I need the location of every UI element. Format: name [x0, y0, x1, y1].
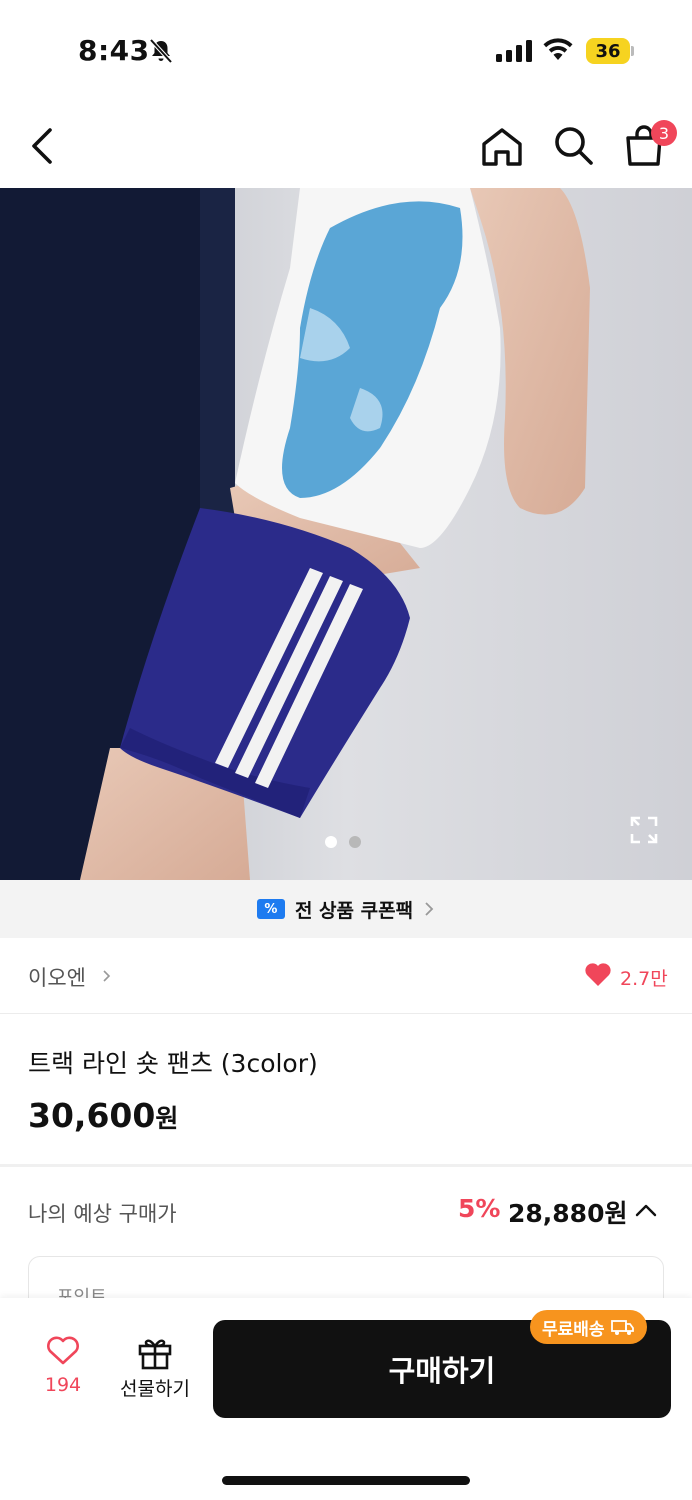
free-shipping-badge: 무료배송 — [530, 1310, 647, 1344]
product-title: 트랙 라인 숏 팬츠 (3color) — [28, 1049, 318, 1078]
status-bar: 8:43 36 — [0, 0, 692, 100]
brand-like-count: 2.7만 — [620, 968, 668, 990]
search-icon[interactable] — [552, 124, 594, 166]
product-photo — [0, 188, 692, 880]
home-indicator — [222, 1476, 470, 1485]
carousel-pagination — [325, 836, 361, 848]
estimated-price: 28,880원 — [508, 1199, 628, 1228]
wifi-icon — [543, 38, 573, 60]
section-divider — [0, 1164, 692, 1167]
carousel-dot-active[interactable] — [325, 836, 337, 848]
cart-count-badge: 3 — [651, 120, 677, 146]
expand-icon[interactable] — [628, 814, 660, 846]
brand-name-link[interactable]: 이오엔 — [28, 962, 86, 992]
gift-icon — [138, 1339, 172, 1370]
gift-button[interactable]: 선물하기 — [112, 1336, 198, 1401]
wishlist-button[interactable]: 194 — [26, 1336, 100, 1396]
brand-row: 이오엔 2.7만 — [0, 938, 692, 1014]
coupon-pack-banner[interactable]: % 전 상품 쿠폰팩 — [0, 880, 692, 938]
top-nav-bar — [0, 100, 692, 188]
back-arrow-icon[interactable] — [26, 124, 58, 168]
price-amount: 30,600 — [28, 1096, 156, 1135]
heart-outline-icon — [47, 1336, 79, 1365]
price-currency: 원 — [155, 1104, 179, 1133]
product-image-carousel[interactable] — [0, 188, 692, 880]
carousel-dot[interactable] — [349, 836, 361, 848]
coupon-label: 전 상품 쿠폰팩 — [294, 899, 414, 922]
gift-label: 선물하기 — [120, 1378, 190, 1400]
chevron-right-icon — [103, 970, 111, 982]
estimated-price-label: 나의 예상 구매가 — [28, 1202, 177, 1226]
heart-filled-icon[interactable] — [584, 962, 612, 988]
estimated-discount: 5% — [458, 1194, 501, 1223]
bell-muted-icon — [149, 38, 173, 64]
home-icon[interactable] — [480, 126, 524, 168]
coupon-icon: % — [256, 899, 285, 919]
battery-level: 36 — [586, 38, 630, 64]
cellular-signal-icon — [496, 40, 532, 62]
battery-tip — [631, 46, 634, 56]
wishlist-count: 194 — [44, 1374, 82, 1396]
truck-icon — [610, 1320, 634, 1335]
product-price: 30,600원 — [28, 1096, 178, 1135]
status-time: 8:43 — [78, 34, 150, 67]
chevron-up-icon[interactable] — [634, 1202, 658, 1218]
battery-indicator: 36 — [586, 38, 634, 64]
bottom-action-bar: 194 선물하기 구매하기 무료배송 — [0, 1298, 692, 1500]
free-shipping-label: 무료배송 — [542, 1319, 605, 1340]
chevron-right-icon — [425, 902, 434, 916]
